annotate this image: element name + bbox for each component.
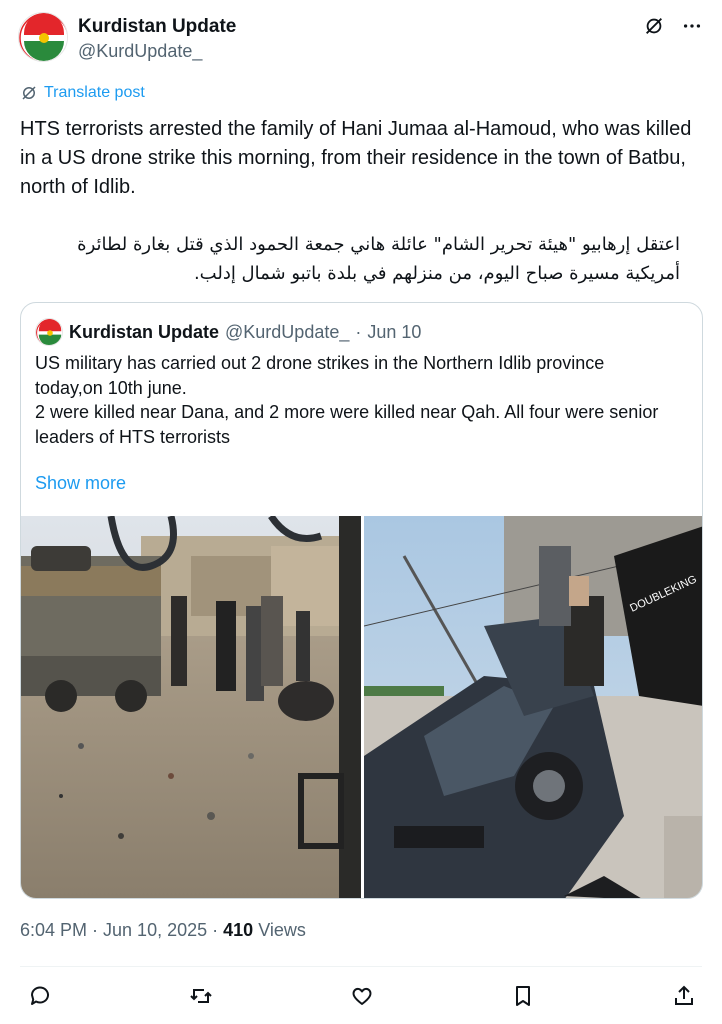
translate-icon xyxy=(22,86,36,100)
quoted-avatar xyxy=(35,318,63,346)
quoted-display-name: Kurdistan Update xyxy=(69,321,220,342)
translate-label[interactable]: Translate post xyxy=(44,84,145,102)
more-icon[interactable] xyxy=(680,14,704,38)
media-grid: DOUBLEKING xyxy=(21,516,702,898)
avatar[interactable] xyxy=(18,12,68,62)
post-meta: 6:04 PM · Jun 10, 2025 · 410 Views xyxy=(20,920,306,941)
street-scene-illustration xyxy=(21,516,361,898)
views-label: Views xyxy=(258,920,306,940)
post-header: Kurdistan Update @KurdUpdate_ xyxy=(18,12,704,68)
author-display-name[interactable]: Kurdistan Update xyxy=(78,16,236,38)
quoted-separator: · xyxy=(355,321,362,342)
author-handle[interactable]: @KurdUpdate_ xyxy=(78,40,236,62)
bookmark-icon[interactable] xyxy=(509,982,537,1010)
action-bar xyxy=(20,978,704,1014)
quoted-text-line: 2 were killed near Dana, and 2 more were… xyxy=(35,402,659,422)
show-more-link[interactable]: Show more xyxy=(35,473,126,494)
quoted-post-card[interactable]: Kurdistan Update @KurdUpdate_ · Jun 10 U… xyxy=(20,302,703,899)
grok-icon[interactable] xyxy=(642,14,666,38)
like-icon[interactable] xyxy=(348,982,376,1010)
kurdistan-seal-logo xyxy=(36,319,62,345)
translate-post-link[interactable]: Translate post xyxy=(20,84,145,102)
quoted-handle: @KurdUpdate_ xyxy=(225,321,350,342)
post-text-arabic: اعتقل إرهابيو "هيئة تحرير الشام" عائلة ه… xyxy=(77,234,680,284)
quoted-post-header: Kurdistan Update @KurdUpdate_ · Jun 10 xyxy=(35,318,421,346)
share-icon[interactable] xyxy=(670,982,698,1010)
quoted-text: US military has carried out 2 drone stri… xyxy=(35,351,695,449)
quoted-text-line: today,on 10th june. xyxy=(35,377,187,398)
meta-separator: · xyxy=(212,920,224,940)
divider xyxy=(20,966,702,967)
post-text-english: HTS terrorists arrested the family of Ha… xyxy=(20,118,692,198)
post-timestamp[interactable]: 6:04 PM · Jun 10, 2025 xyxy=(20,920,207,940)
quoted-date: Jun 10 xyxy=(367,321,422,342)
quoted-text-line: leaders of HTS terrorists xyxy=(35,426,231,447)
views-count: 410 xyxy=(223,920,254,940)
quoted-text-line: US military has carried out 2 drone stri… xyxy=(35,353,605,373)
damaged-car-illustration: DOUBLEKING xyxy=(364,516,702,898)
reply-icon[interactable] xyxy=(26,982,54,1010)
kurdistan-seal-logo xyxy=(19,13,67,61)
damaged-car-image[interactable]: DOUBLEKING xyxy=(364,516,702,898)
street-scene-image[interactable] xyxy=(21,516,361,898)
repost-icon[interactable] xyxy=(187,982,215,1010)
